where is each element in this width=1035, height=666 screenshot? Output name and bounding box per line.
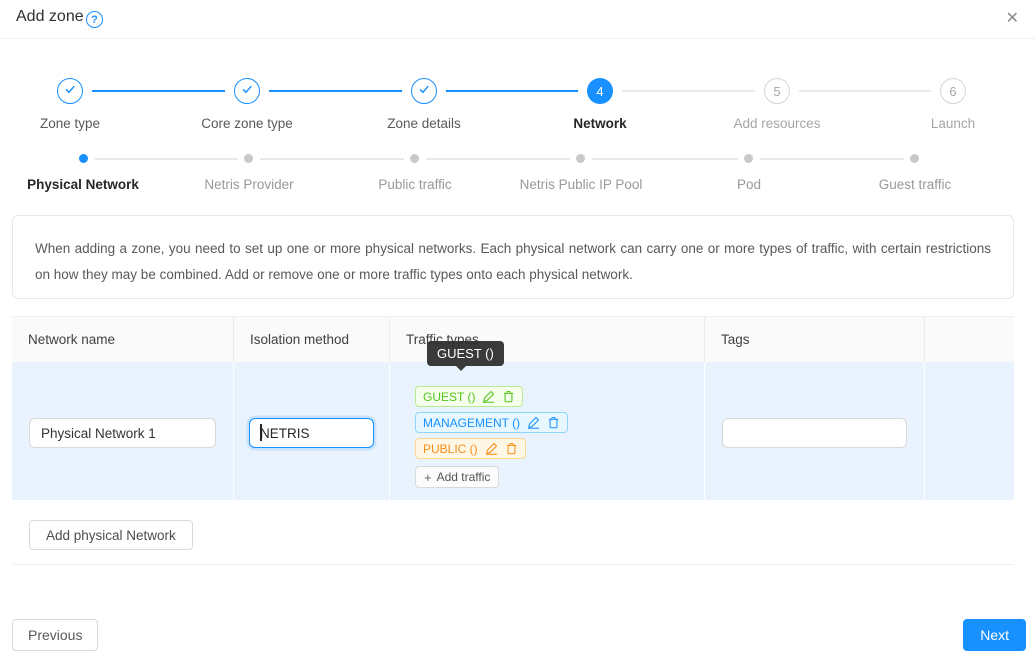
traffic-type-list: GUEST () MANAGEMENT () bbox=[415, 386, 568, 488]
check-icon bbox=[63, 82, 77, 101]
substep-dot-netris-public-ip-pool bbox=[576, 154, 585, 163]
guest-traffic-tooltip: GUEST () bbox=[427, 341, 504, 366]
add-traffic-button[interactable]: + Add traffic bbox=[415, 466, 499, 488]
traffic-type-tag-public: PUBLIC () bbox=[415, 438, 526, 459]
isolation-method-cell bbox=[234, 362, 390, 500]
column-header-network-name: Network name bbox=[12, 317, 234, 362]
substep-connector bbox=[760, 158, 904, 160]
substep-label: Netris Provider bbox=[204, 177, 293, 192]
substep-connector bbox=[592, 158, 738, 160]
info-message: When adding a zone, you need to set up o… bbox=[12, 215, 1014, 299]
traffic-type-label: PUBLIC () bbox=[423, 442, 478, 456]
step-number: 4 bbox=[596, 84, 603, 99]
trash-icon[interactable] bbox=[505, 442, 518, 455]
add-physical-network-button[interactable]: Add physical Network bbox=[29, 520, 193, 550]
dialog-titlebar: Add zone ? ✕ bbox=[0, 0, 1035, 39]
trash-icon[interactable] bbox=[502, 390, 515, 403]
step-add-resources[interactable]: 5 bbox=[764, 78, 790, 104]
next-button[interactable]: Next bbox=[963, 619, 1026, 651]
add-zone-dialog: Add zone ? ✕ 4 5 6 Zone type Core zone t… bbox=[0, 0, 1035, 666]
tooltip-text: GUEST () bbox=[437, 346, 494, 361]
step-label: Core zone type bbox=[201, 116, 293, 131]
tags-input[interactable] bbox=[722, 418, 907, 448]
substep-dot-physical-network bbox=[79, 154, 88, 163]
trash-icon[interactable] bbox=[547, 416, 560, 429]
step-label: Launch bbox=[931, 116, 975, 131]
step-core-zone-type[interactable] bbox=[234, 78, 260, 104]
plus-icon: + bbox=[424, 470, 432, 485]
substep-connector bbox=[260, 158, 404, 160]
network-name-input[interactable] bbox=[29, 418, 216, 448]
substep-label: Physical Network bbox=[27, 177, 139, 192]
substep-label: Pod bbox=[737, 177, 761, 192]
substep-connector bbox=[95, 158, 238, 160]
row-actions-cell bbox=[925, 362, 1014, 500]
question-circle-icon[interactable]: ? bbox=[86, 11, 103, 28]
check-icon bbox=[417, 82, 431, 101]
column-header-isolation-method: Isolation method bbox=[234, 317, 390, 362]
step-connector bbox=[446, 90, 578, 92]
step-connector bbox=[622, 90, 755, 92]
isolation-method-input[interactable] bbox=[250, 419, 373, 447]
substep-dot-guest-traffic bbox=[910, 154, 919, 163]
edit-icon[interactable] bbox=[527, 416, 540, 429]
substep-label: Public traffic bbox=[378, 177, 451, 192]
step-network[interactable]: 4 bbox=[587, 78, 613, 104]
step-connector bbox=[92, 90, 225, 92]
close-icon[interactable]: ✕ bbox=[1006, 9, 1019, 29]
substep-label: Guest traffic bbox=[879, 177, 952, 192]
add-traffic-label: Add traffic bbox=[437, 470, 491, 484]
isolation-method-input-wrapper bbox=[249, 418, 374, 448]
network-name-cell bbox=[12, 362, 234, 500]
step-number: 6 bbox=[949, 84, 956, 99]
page-title: Add zone bbox=[16, 8, 84, 26]
step-label: Zone type bbox=[40, 116, 100, 131]
column-header-tags: Tags bbox=[705, 317, 925, 362]
step-label: Network bbox=[573, 116, 626, 131]
edit-icon[interactable] bbox=[482, 390, 495, 403]
edit-icon[interactable] bbox=[485, 442, 498, 455]
column-header-empty bbox=[925, 317, 1014, 362]
table-row: GUEST () MANAGEMENT () bbox=[12, 362, 1014, 500]
check-icon bbox=[240, 82, 254, 101]
traffic-types-cell: GUEST () MANAGEMENT () bbox=[390, 362, 705, 500]
step-label: Add resources bbox=[733, 116, 820, 131]
tooltip-arrow bbox=[456, 366, 466, 376]
substep-label: Netris Public IP Pool bbox=[520, 177, 643, 192]
step-number: 5 bbox=[773, 84, 780, 99]
previous-button[interactable]: Previous bbox=[12, 619, 98, 651]
tags-cell bbox=[705, 362, 925, 500]
substep-dot-pod bbox=[744, 154, 753, 163]
traffic-type-tag-management: MANAGEMENT () bbox=[415, 412, 568, 433]
step-launch[interactable]: 6 bbox=[940, 78, 966, 104]
step-zone-type[interactable] bbox=[57, 78, 83, 104]
substep-dot-netris-provider bbox=[244, 154, 253, 163]
traffic-type-label: MANAGEMENT () bbox=[423, 416, 520, 430]
step-connector bbox=[799, 90, 931, 92]
traffic-type-tag-guest: GUEST () bbox=[415, 386, 523, 407]
step-connector bbox=[269, 90, 402, 92]
text-cursor bbox=[260, 424, 262, 441]
step-label: Zone details bbox=[387, 116, 461, 131]
step-zone-details[interactable] bbox=[411, 78, 437, 104]
table-header-row: Network name Isolation method Traffic ty… bbox=[12, 316, 1014, 362]
traffic-type-label: GUEST () bbox=[423, 390, 475, 404]
substep-connector bbox=[426, 158, 570, 160]
substep-dot-public-traffic bbox=[410, 154, 419, 163]
table-footer: Add physical Network bbox=[12, 500, 1014, 565]
physical-network-table: Network name Isolation method Traffic ty… bbox=[12, 316, 1014, 565]
